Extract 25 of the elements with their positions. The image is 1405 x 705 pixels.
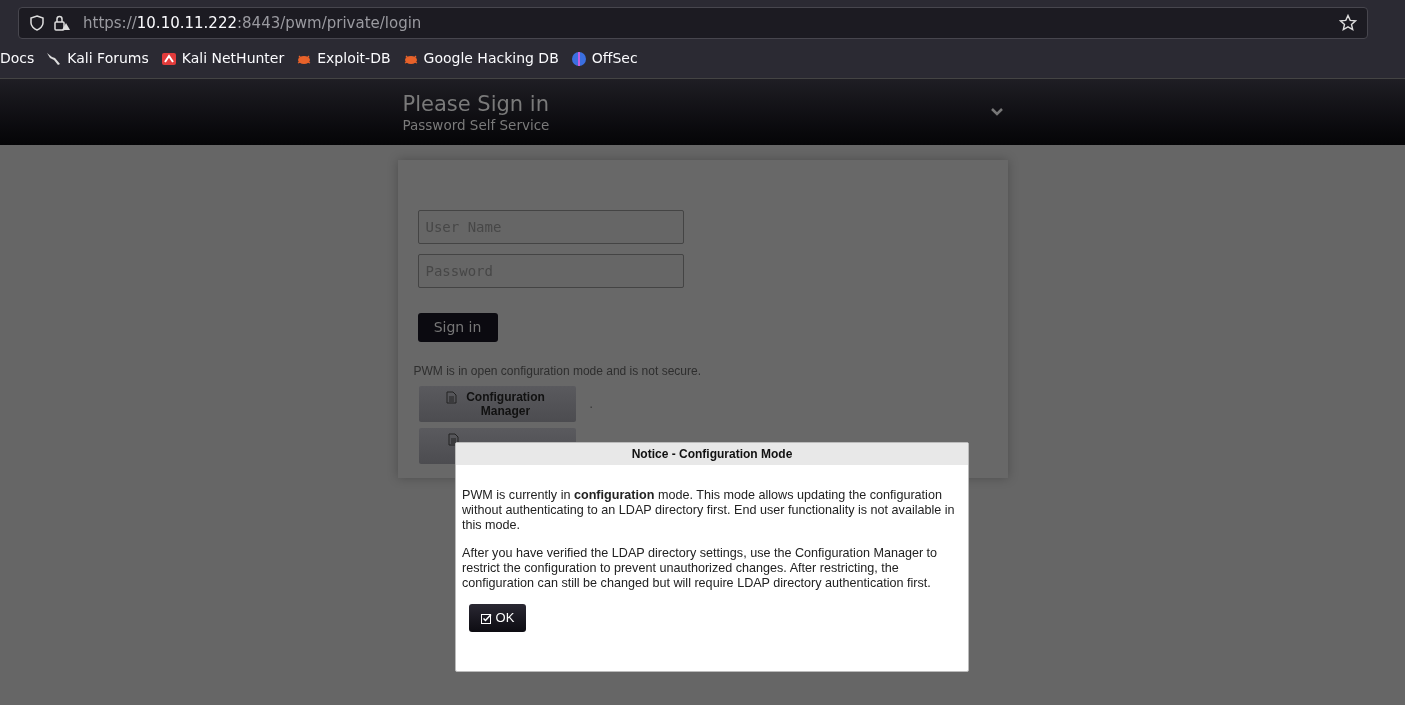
lock-warning-icon[interactable]	[53, 14, 71, 32]
sign-in-button[interactable]: Sign in	[417, 313, 498, 342]
shield-icon[interactable]	[29, 15, 45, 31]
checkbox-icon	[480, 612, 492, 624]
address-bar[interactable]: https://10.10.11.222:8443/pwm/private/login	[18, 7, 1368, 39]
dialog-paragraph: PWM is currently in configuration mode. This mode allows updating the configuration without authenticating to an LDAP directory first. End user functionality is not available in this mode.	[462, 488, 956, 533]
document-icon	[447, 433, 459, 446]
bookmark-item[interactable]: Kali Forums	[46, 48, 149, 69]
document-icon	[445, 391, 457, 404]
bookmark-item[interactable]: Google Hacking DB	[402, 48, 559, 69]
star-icon[interactable]	[1339, 14, 1357, 32]
ok-button[interactable]: OK	[469, 604, 526, 632]
bookmark-item[interactable]: OffSec	[570, 48, 638, 69]
bookmark-item[interactable]: Docs	[0, 48, 35, 69]
nethunter-icon	[160, 50, 177, 67]
dialog-paragraph: After you have verified the LDAP directory settings, use the Configuration Manager to restrict the configuration to prevent unauthorized changes. After restricting, the configuration can still be changed but will require LDAP directory authentication first.	[462, 546, 939, 591]
trailing-dot: .	[589, 396, 593, 413]
chevron-down-icon[interactable]	[989, 107, 1004, 117]
bookmark-item[interactable]: Kali NetHunter	[160, 48, 285, 69]
bookmark-item[interactable]: Exploit-DB	[296, 48, 391, 69]
url-text[interactable]: https://10.10.11.222:8443/pwm/private/login	[83, 11, 422, 35]
header-title: Please Sign in	[402, 91, 550, 117]
dialog-title: Notice - Configuration Mode	[456, 443, 968, 465]
header-subtitle: Password Self Service	[402, 117, 550, 133]
offsec-icon	[570, 50, 587, 67]
